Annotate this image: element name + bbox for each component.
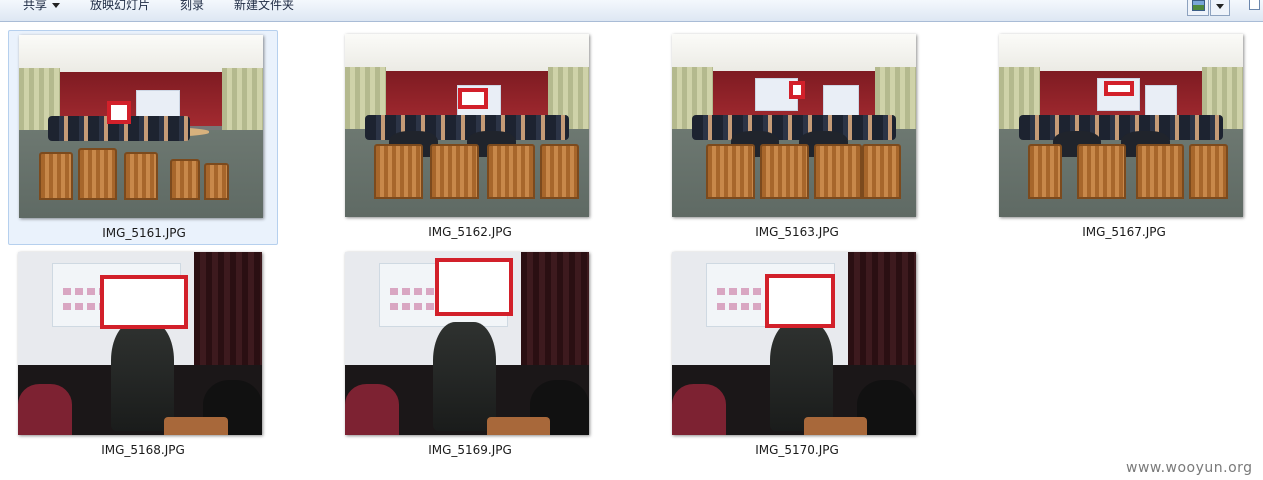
change-view-icon bbox=[1192, 0, 1205, 11]
file-name: IMG_5163.JPG bbox=[755, 225, 839, 239]
watermark: www.wooyun.org bbox=[1126, 460, 1253, 476]
redaction-box bbox=[1104, 81, 1134, 96]
file-name: IMG_5170.JPG bbox=[755, 443, 839, 457]
redaction-box bbox=[458, 88, 488, 109]
image-thumbnail bbox=[672, 252, 916, 435]
new-folder-button[interactable]: 新建文件夹 bbox=[234, 0, 294, 13]
slideshow-button[interactable]: 放映幻灯片 bbox=[90, 0, 150, 13]
image-thumbnail bbox=[672, 34, 916, 217]
file-tile[interactable]: IMG_5169.JPG bbox=[335, 248, 605, 463]
redaction-box bbox=[107, 101, 131, 124]
redaction-box bbox=[435, 258, 513, 316]
preview-pane-icon bbox=[1249, 0, 1260, 10]
file-name: IMG_5161.JPG bbox=[102, 226, 186, 240]
file-tile[interactable]: IMG_5163.JPG bbox=[662, 30, 932, 245]
file-tile[interactable]: IMG_5161.JPG bbox=[8, 30, 278, 245]
file-tile[interactable]: IMG_5168.JPG bbox=[8, 248, 278, 463]
file-tile[interactable]: IMG_5170.JPG bbox=[662, 248, 932, 463]
file-name: IMG_5169.JPG bbox=[428, 443, 512, 457]
redaction-box bbox=[789, 81, 805, 99]
file-name: IMG_5167.JPG bbox=[1082, 225, 1166, 239]
redaction-box bbox=[100, 275, 188, 329]
file-tile[interactable]: IMG_5162.JPG bbox=[335, 30, 605, 245]
preview-pane-button[interactable] bbox=[1248, 0, 1263, 16]
image-thumbnail bbox=[345, 252, 589, 435]
share-label: 共享 bbox=[23, 0, 48, 12]
file-name: IMG_5168.JPG bbox=[101, 443, 185, 457]
share-menu-button[interactable]: 共享 bbox=[23, 0, 61, 13]
file-tile[interactable]: IMG_5167.JPG bbox=[989, 30, 1259, 245]
image-thumbnail bbox=[345, 34, 589, 217]
burn-button[interactable]: 刻录 bbox=[180, 0, 204, 13]
change-view-button[interactable] bbox=[1187, 0, 1209, 16]
redaction-box bbox=[765, 274, 835, 328]
image-thumbnail bbox=[19, 35, 263, 218]
chevron-down-icon bbox=[1216, 4, 1224, 9]
explorer-toolbar: 共享 放映幻灯片 刻录 新建文件夹 bbox=[0, 0, 1263, 22]
image-thumbnail bbox=[18, 252, 262, 435]
image-thumbnail bbox=[999, 34, 1243, 217]
view-options-dropdown[interactable] bbox=[1210, 0, 1230, 16]
chevron-down-icon bbox=[52, 3, 61, 8]
file-name: IMG_5162.JPG bbox=[428, 225, 512, 239]
